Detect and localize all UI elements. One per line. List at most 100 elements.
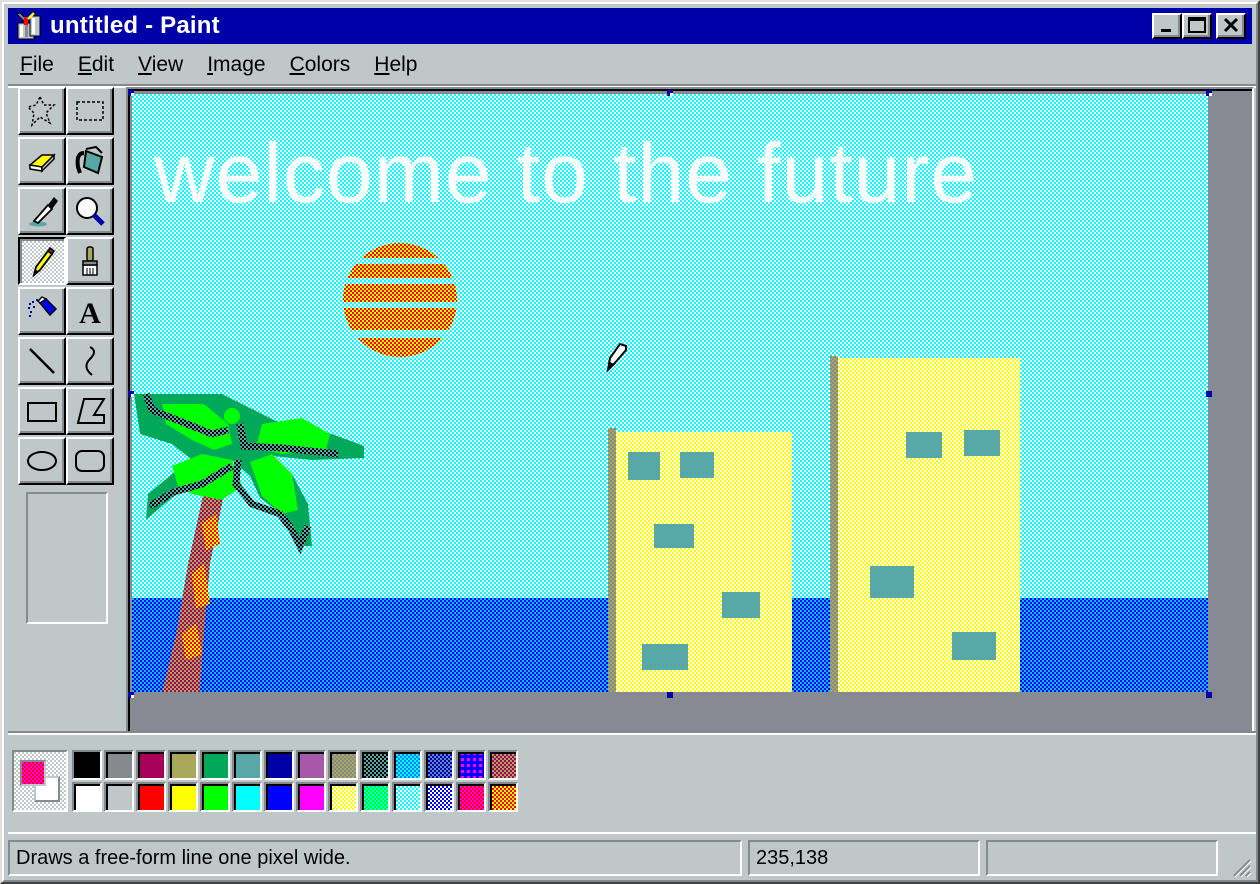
minimize-button[interactable] — [1152, 13, 1182, 39]
palette-color-swatch[interactable] — [392, 782, 422, 812]
tool-airbrush[interactable] — [18, 287, 66, 335]
palette-color-swatch[interactable] — [200, 782, 230, 812]
resize-handle-bottom[interactable] — [667, 692, 673, 698]
palette-color-swatch[interactable] — [136, 750, 166, 780]
palette-color-swatch[interactable] — [328, 782, 358, 812]
swatch-bevel — [330, 784, 356, 810]
resize-handle-left — [128, 391, 134, 397]
palette-color-swatch[interactable] — [296, 750, 326, 780]
title-bar[interactable]: untitled - Paint — [8, 8, 1252, 44]
tool-select[interactable] — [66, 87, 114, 135]
palette-color-swatch[interactable] — [328, 750, 358, 780]
free-form-select-icon — [26, 95, 56, 128]
palette-color-swatch[interactable] — [72, 750, 102, 780]
palette-color-swatch[interactable] — [424, 750, 454, 780]
palette-color-swatch[interactable] — [104, 750, 134, 780]
canvas-image[interactable]: welcome to the future — [132, 94, 1208, 692]
swatch-bevel — [458, 752, 484, 778]
canvas-text: welcome to the future — [153, 126, 978, 220]
palette-color-swatch[interactable] — [264, 750, 294, 780]
foreground-color-swatch[interactable] — [20, 760, 46, 786]
tool-rectangle[interactable] — [18, 387, 66, 435]
swatch-bevel — [490, 784, 516, 810]
airbrush-icon — [28, 296, 58, 317]
tool-ellipse[interactable] — [18, 437, 66, 485]
menu-file-label: ile — [32, 53, 54, 76]
palette-color-swatch[interactable] — [264, 782, 294, 812]
current-colors[interactable] — [12, 750, 68, 812]
paint-icon[interactable] — [14, 10, 44, 41]
swatch-bevel — [138, 752, 164, 778]
menu-view[interactable]: View — [126, 48, 195, 82]
menu-bar: File Edit View Image Colors Help — [8, 46, 429, 84]
swatch-bevel — [298, 752, 324, 778]
close-button[interactable] — [1216, 13, 1246, 39]
paint-bucket-icon — [75, 145, 104, 175]
text-icon: A — [79, 297, 101, 329]
tool-curve[interactable] — [66, 337, 114, 385]
palette-color-swatch[interactable] — [456, 782, 486, 812]
palette-color-swatch[interactable] — [136, 782, 166, 812]
palette-color-swatch[interactable] — [424, 782, 454, 812]
pencil-icon — [32, 246, 56, 278]
swatch-bevel — [362, 784, 388, 810]
palette-color-swatch[interactable] — [168, 750, 198, 780]
swatch-bevel — [74, 752, 100, 778]
tool-fill-with-color[interactable] — [66, 137, 114, 185]
maximize-button[interactable] — [1182, 13, 1212, 39]
status-coordinates: 235,138 — [748, 840, 980, 876]
palette-color-swatch[interactable] — [360, 750, 390, 780]
menu-edit-label: dit — [91, 53, 115, 76]
drawing-canvas[interactable]: welcome to the future — [132, 94, 1208, 692]
menu-image[interactable]: Image — [195, 48, 277, 82]
palette-color-swatch[interactable] — [488, 750, 518, 780]
menu-help[interactable]: Help — [362, 48, 429, 82]
swatch-bevel — [106, 784, 132, 810]
palette-color-swatch[interactable] — [72, 782, 102, 812]
tool-pick-color[interactable] — [18, 187, 66, 235]
tool-brush[interactable] — [66, 237, 114, 285]
palette-color-swatch[interactable] — [168, 782, 198, 812]
resize-handle-bottom-right[interactable] — [1206, 692, 1212, 698]
polygon-icon — [76, 398, 106, 424]
menu-image-label: mage — [213, 53, 266, 76]
tool-text[interactable]: A — [66, 287, 114, 335]
swatch-bevel — [394, 752, 420, 778]
palette-color-swatch[interactable] — [296, 782, 326, 812]
palette-color-swatch[interactable] — [392, 750, 422, 780]
swatch-bevel — [234, 752, 260, 778]
palette-color-swatch[interactable] — [232, 782, 262, 812]
palette-color-swatch[interactable] — [200, 750, 230, 780]
status-selection-size — [986, 840, 1218, 876]
menu-edit-accel: E — [77, 53, 92, 76]
palette-color-swatch[interactable] — [104, 782, 134, 812]
paint-window: untitled - Paint File Edit View Image Co… — [0, 0, 1260, 884]
swatch-bevel — [362, 752, 388, 778]
building-right — [830, 356, 1020, 692]
tool-options-box[interactable] — [26, 492, 108, 624]
menu-file-accel: F — [20, 53, 33, 76]
rounded-rectangle-icon — [75, 450, 105, 472]
ellipse-icon — [27, 451, 57, 471]
window-title: untitled - Paint — [50, 12, 220, 39]
tool-free-form-select[interactable] — [18, 87, 66, 135]
tool-eraser[interactable] — [18, 137, 66, 185]
window-resize-grip[interactable] — [1230, 856, 1252, 878]
palette-color-swatch[interactable] — [488, 782, 518, 812]
menu-file[interactable]: File — [8, 48, 66, 82]
palette-color-swatch[interactable] — [232, 750, 262, 780]
tool-pencil[interactable] — [18, 237, 66, 285]
magnifier-icon — [76, 197, 105, 226]
menu-colors[interactable]: Colors — [278, 48, 363, 82]
menu-edit[interactable]: Edit — [66, 48, 126, 82]
building-left — [608, 428, 792, 692]
tool-polygon[interactable] — [66, 387, 114, 435]
minimize-icon — [1161, 29, 1171, 32]
tool-magnifier[interactable] — [66, 187, 114, 235]
palette-color-swatch[interactable] — [360, 782, 390, 812]
tool-line[interactable] — [18, 337, 66, 385]
resize-handle-right[interactable] — [1206, 391, 1212, 397]
separator — [8, 731, 1256, 735]
palette-color-swatch[interactable] — [456, 750, 486, 780]
tool-rounded-rectangle[interactable] — [66, 437, 114, 485]
